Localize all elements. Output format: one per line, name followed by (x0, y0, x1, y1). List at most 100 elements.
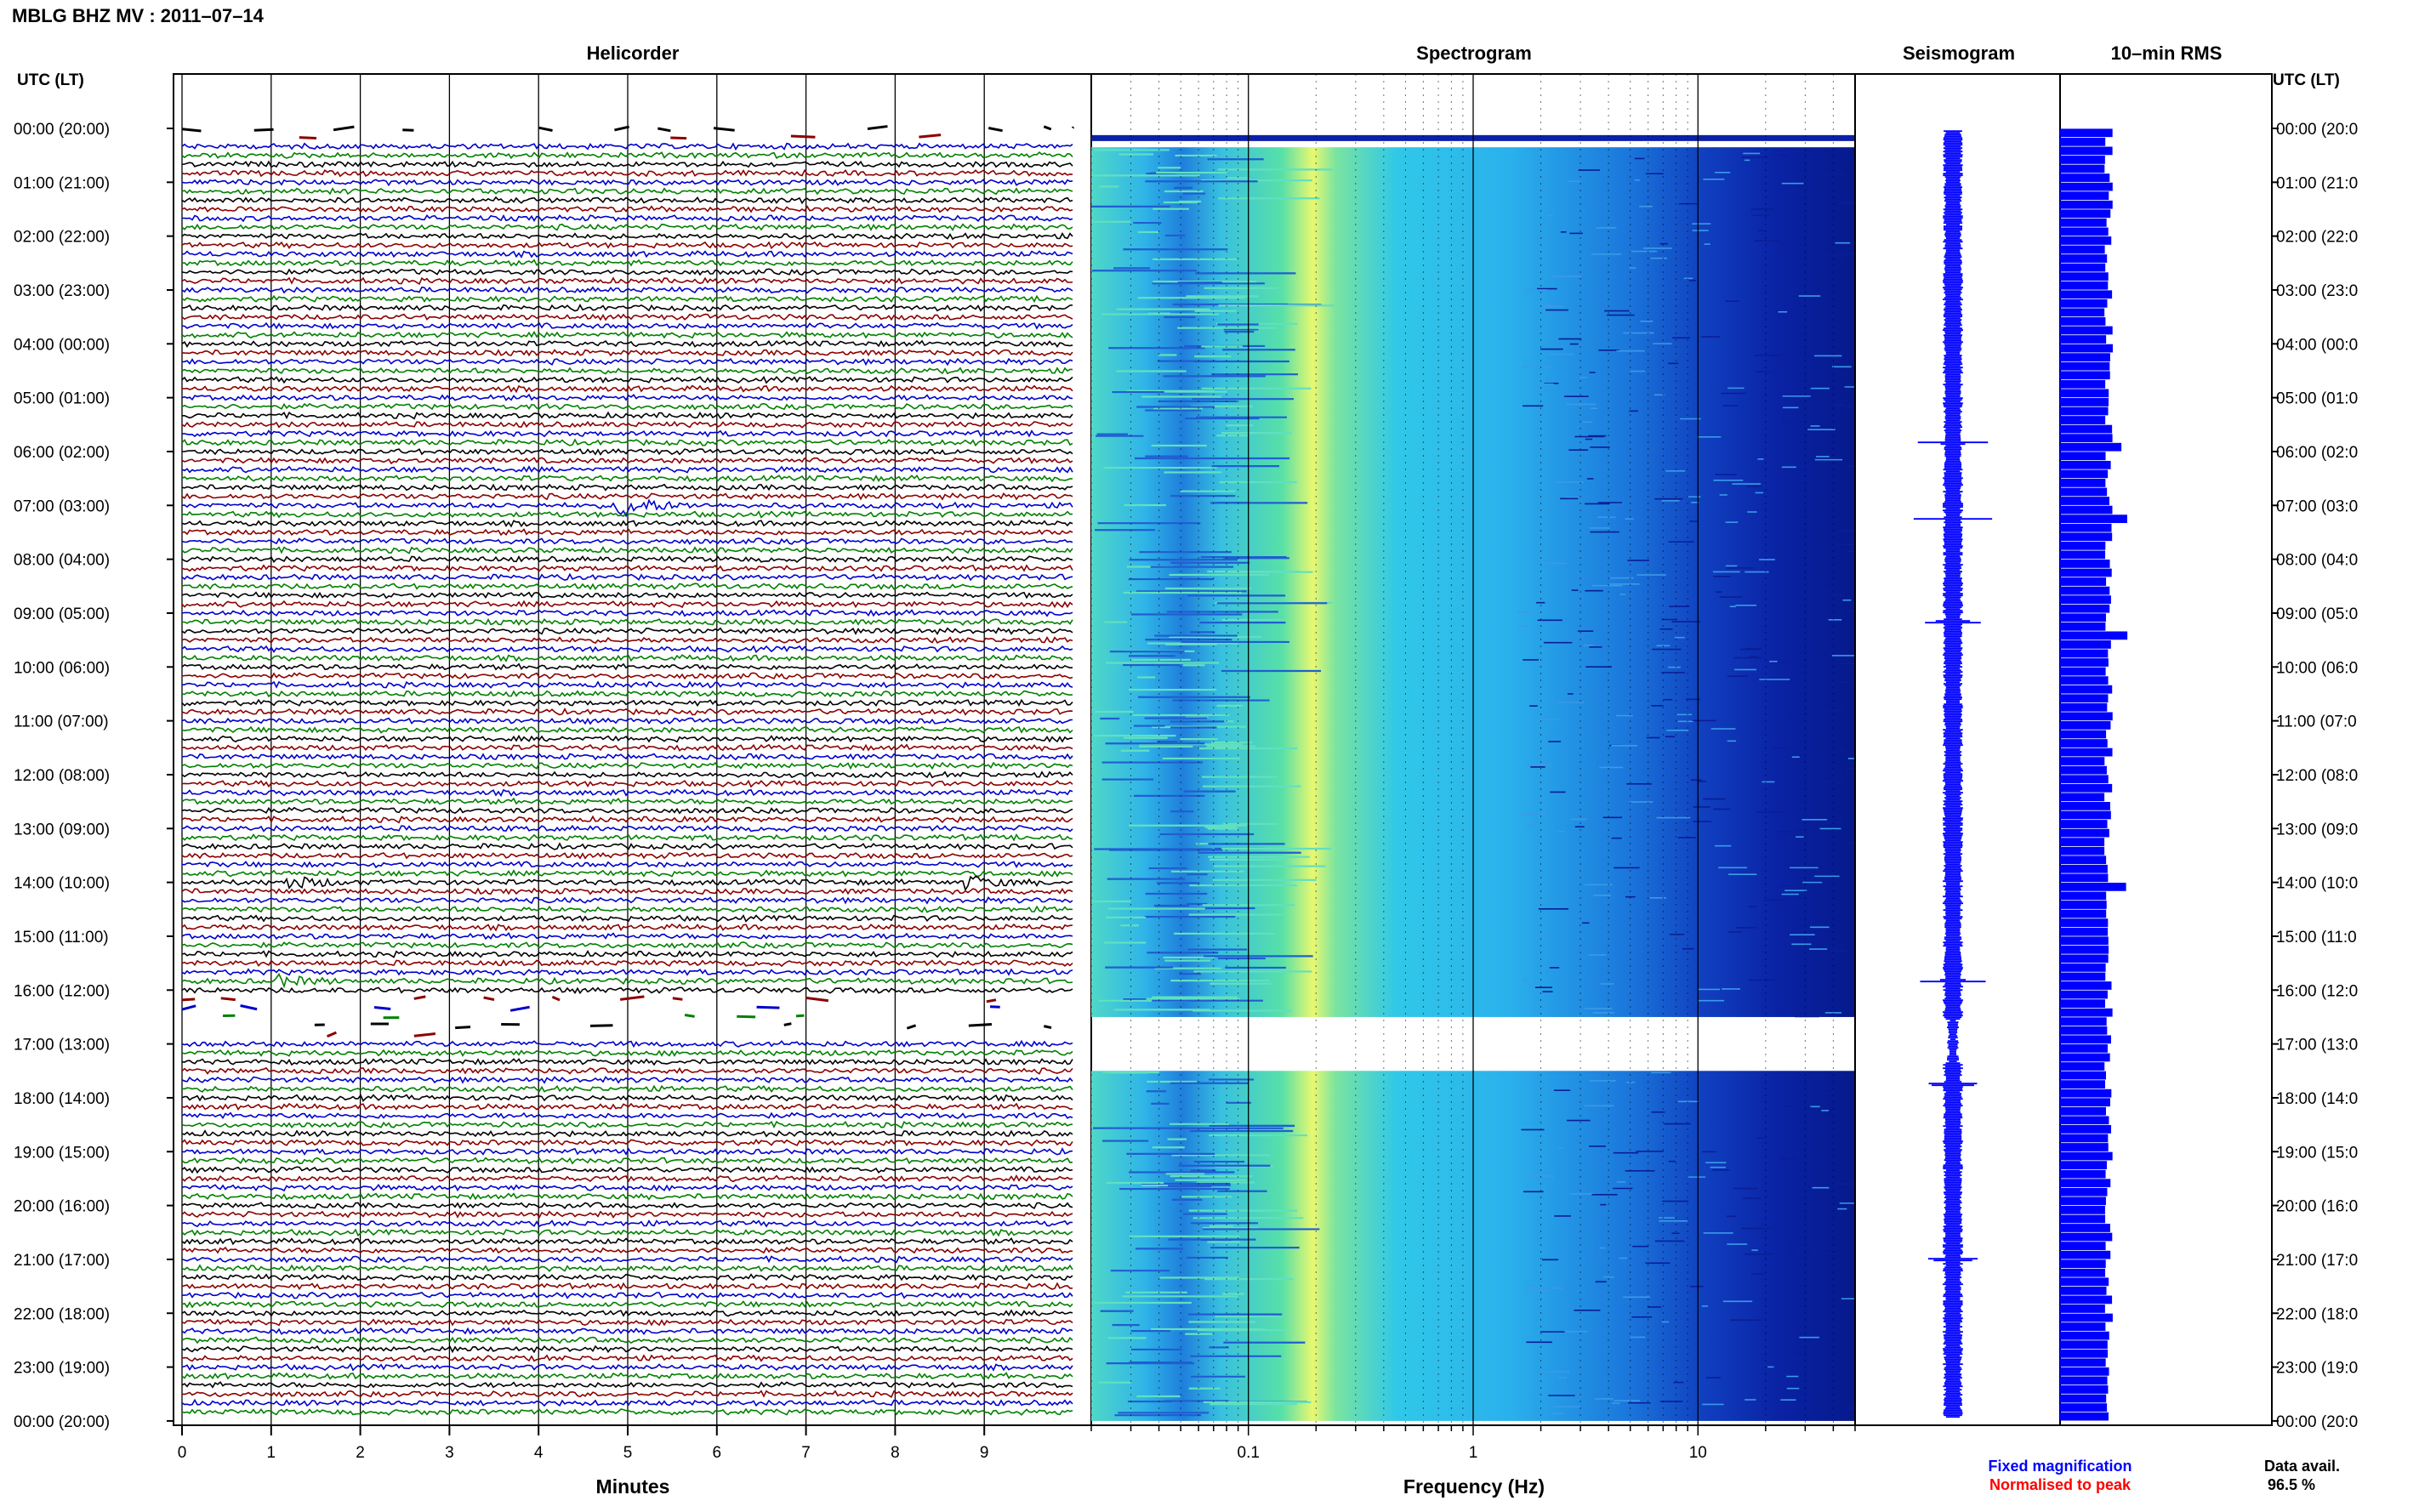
rms-bar (2060, 1044, 2108, 1053)
rms-bar (2060, 1331, 2109, 1340)
rms-bar (2060, 236, 2112, 245)
rms-bar (2060, 1250, 2111, 1259)
rms-bar (2060, 676, 2109, 685)
rms-bar (2060, 1277, 2109, 1287)
time-label-left: 11:00 (07:00) (14, 713, 109, 731)
rms-bar (2060, 326, 2113, 335)
rms-bar (2060, 702, 2108, 712)
rms-bar (2060, 783, 2113, 793)
rms-bar (2060, 1305, 2105, 1313)
rms-bar (2060, 793, 2105, 802)
rms-bar (2060, 137, 2106, 146)
rms-bar (2060, 442, 2122, 452)
spectrogram-panel: 0.1 1 10 (1090, 73, 1877, 1462)
time-label-right: 05:00 (01:0 (2276, 390, 2358, 408)
rms-bar (2060, 1340, 2108, 1350)
rms-bar (2060, 1187, 2108, 1197)
seismogram-panel (1854, 73, 2061, 1426)
rms-bar (2060, 317, 2106, 326)
time-label-left: 15:00 (11:00) (14, 929, 109, 946)
right-time-labels: 00:00 (20:0 01:00 (21:0 02:00 (22:0 03:00 (… (2272, 121, 2358, 1431)
rms-bar (2060, 640, 2111, 649)
rms-bar (2060, 990, 2108, 999)
time-label-right: 20:00 (16:0 (2276, 1198, 2358, 1216)
data-availability-value: 96.5 % (2268, 1476, 2315, 1493)
rms-bar (2060, 1376, 2108, 1385)
helicorder-fragment (790, 134, 816, 139)
helicorder-x-ticks: 0 1 2 3 4 5 6 7 8 9 (178, 1425, 989, 1462)
rms-bar (2060, 1017, 2107, 1026)
rms-bar (2060, 1367, 2109, 1376)
rms-bar (2060, 156, 2105, 164)
helicorder-header: Helicorder (587, 43, 680, 64)
rms-bar (2060, 757, 2105, 766)
rms-bar (2060, 479, 2106, 487)
rms-bar (2060, 1242, 2106, 1250)
left-axis-header: UTC (LT) (17, 71, 84, 89)
rms-bar (2060, 963, 2106, 972)
time-label-right: 00:00 (20:0 (2276, 1413, 2358, 1431)
rms-bar (2060, 182, 2113, 191)
minute-tick-label: 9 (980, 1444, 989, 1462)
rms-bar (2060, 855, 2107, 865)
time-label-left: 18:00 (14:00) (14, 1090, 110, 1108)
rms-bar (2060, 631, 2128, 640)
time-label-right: 18:00 (14:0 (2276, 1090, 2358, 1108)
rms-bar (2060, 712, 2113, 721)
frequency-tick-label: 0.1 (1238, 1444, 1260, 1462)
rms-bar (2060, 209, 2111, 219)
rms-bar (2060, 541, 2106, 550)
time-label-left: 19:00 (15:00) (14, 1144, 110, 1162)
rms-bar (2060, 1403, 2108, 1412)
time-label-right: 17:00 (13:0 (2276, 1037, 2358, 1054)
rms-bar (2060, 398, 2109, 406)
time-label-right: 06:00 (02:0 (2276, 444, 2358, 462)
time-label-left: 23:00 (19:00) (14, 1360, 110, 1378)
rms-bar (2060, 685, 2113, 694)
rms-bar (2060, 918, 2109, 927)
time-label-left: 08:00 (04:00) (14, 552, 110, 570)
rms-bar (2060, 873, 2109, 883)
rms-bar (2060, 523, 2112, 532)
rms-bar (2060, 838, 2105, 846)
rms-bar (2060, 469, 2109, 479)
rms-bar (2060, 379, 2106, 389)
time-label-right: 11:00 (07:0 (2276, 713, 2357, 731)
fixed-magnification-note: Fixed magnification (1988, 1458, 2132, 1475)
rms-bar (2060, 497, 2109, 505)
time-label-left: 01:00 (21:00) (14, 174, 110, 192)
rms-bar (2060, 1214, 2106, 1224)
rms-bar (2060, 416, 2106, 424)
rms-bar (2060, 765, 2107, 775)
rms-bar (2060, 1161, 2108, 1169)
rms-bar (2060, 1295, 2113, 1305)
rms-bar (2060, 227, 2109, 236)
minute-tick-label: 6 (713, 1444, 722, 1462)
helicorder-fragment (783, 1022, 792, 1026)
helicorder-panel: 0 1 2 3 4 5 6 7 8 9 (173, 73, 1092, 1462)
rms-bar (2060, 739, 2108, 747)
time-label-left: 02:00 (22:00) (14, 229, 110, 247)
helicorder-fragment (253, 128, 274, 132)
figure: MBLG BHZ MV : 2011–07–14 UTC (LT) UTC (L… (12, 5, 2358, 1498)
rms-bar (2060, 272, 2109, 281)
rms-bar (2060, 820, 2108, 828)
time-label-right: 03:00 (23:0 (2276, 282, 2358, 300)
time-label-left: 00:00 (20:00) (14, 121, 110, 139)
rms-bar (2060, 460, 2111, 469)
rms-bar (2060, 191, 2109, 201)
rms-panel (2059, 73, 2273, 1426)
rms-bar (2060, 281, 2109, 290)
rms-bar (2060, 1412, 2109, 1421)
rms-bar (2060, 622, 2106, 631)
time-label-right: 02:00 (22:0 (2276, 229, 2358, 247)
rms-bar (2060, 1206, 2105, 1214)
frequency-tick-label: 1 (1469, 1444, 1478, 1462)
time-label-right: 21:00 (17:0 (2276, 1252, 2358, 1270)
rms-bar (2060, 550, 2106, 560)
helicorder-fragment (684, 1013, 695, 1018)
rms-bar (2060, 586, 2110, 595)
minute-tick-label: 7 (801, 1444, 811, 1462)
rms-bar (2060, 389, 2109, 398)
rms-bar (2060, 424, 2113, 434)
